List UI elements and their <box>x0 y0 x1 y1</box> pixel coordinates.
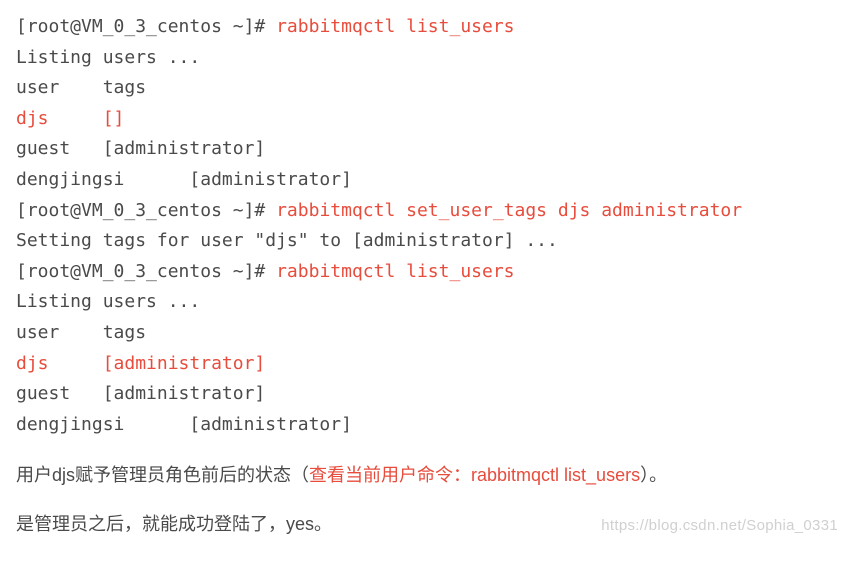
col-tags: tags <box>103 77 146 98</box>
prose-1-before: 用户djs赋予管理员角色前后的状态（ <box>16 465 309 485</box>
prompt: [root@VM_0_3_centos ~]# <box>16 200 276 221</box>
dengjingsi-line-1: dengjingsi [administrator] <box>16 169 352 190</box>
djs-user-2: djs <box>16 353 49 374</box>
command-list-users-1: rabbitmqctl list_users <box>276 16 514 37</box>
command-list-users-2: rabbitmqctl list_users <box>276 261 514 282</box>
output-listing: Listing users ... <box>16 291 200 312</box>
djs-tags-1: [] <box>103 108 125 129</box>
prose-paragraph-1: 用户djs赋予管理员角色前后的状态（查看当前用户命令：rabbitmqctl l… <box>16 458 836 492</box>
terminal-output: [root@VM_0_3_centos ~]# rabbitmqctl list… <box>16 12 836 440</box>
dengjingsi-line-2: dengjingsi [administrator] <box>16 414 352 435</box>
prose-paragraph-2: 是管理员之后，就能成功登陆了，yes。 <box>16 507 836 541</box>
col-user: user <box>16 322 59 343</box>
djs-tags-2: [administrator] <box>103 353 266 374</box>
command-set-tags: rabbitmqctl set_user_tags djs administra… <box>276 200 742 221</box>
guest-line-2: guest [administrator] <box>16 383 265 404</box>
prose-1-red: 查看当前用户命令：rabbitmqctl list_users <box>309 465 640 485</box>
prompt: [root@VM_0_3_centos ~]# <box>16 16 276 37</box>
col-tags: tags <box>103 322 146 343</box>
output-listing: Listing users ... <box>16 47 200 68</box>
prompt: [root@VM_0_3_centos ~]# <box>16 261 276 282</box>
output-setting-tags: Setting tags for user "djs" to [administ… <box>16 230 558 251</box>
col-user: user <box>16 77 59 98</box>
prose-1-after: ）。 <box>640 465 667 485</box>
djs-user-1: djs <box>16 108 49 129</box>
guest-line-1: guest [administrator] <box>16 138 265 159</box>
